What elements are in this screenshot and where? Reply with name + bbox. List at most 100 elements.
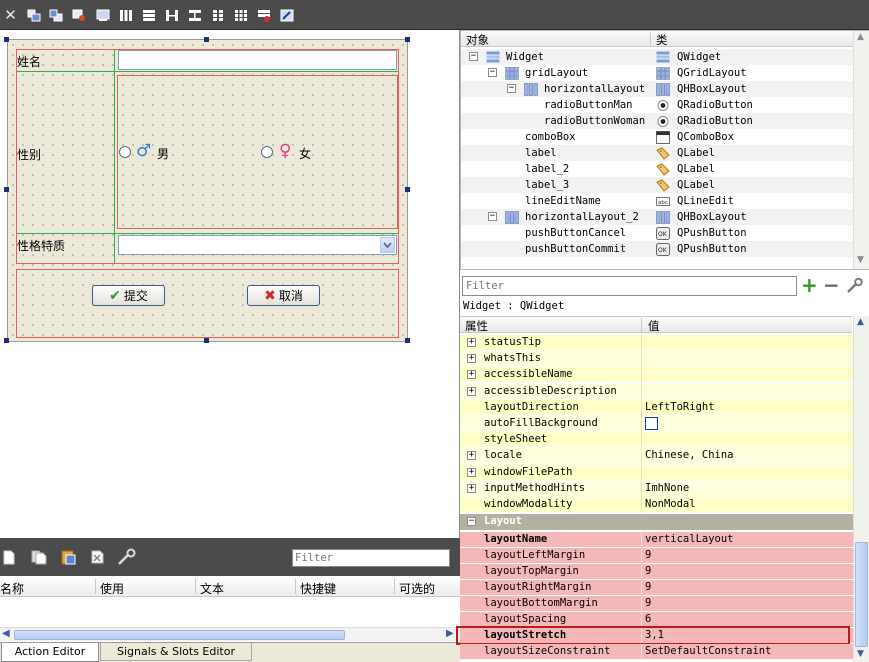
object-tree-row[interactable]: lineEditName abc QLineEdit bbox=[461, 193, 854, 209]
resize-handle[interactable] bbox=[4, 187, 9, 192]
property-row[interactable]: styleSheet bbox=[460, 432, 853, 449]
edit-widgets-icon[interactable] bbox=[71, 8, 86, 22]
property-value[interactable]: 3,1 bbox=[645, 628, 664, 643]
property-value[interactable]: 9 bbox=[645, 548, 651, 563]
edit-signals-icon[interactable] bbox=[95, 8, 110, 22]
auto-fill-checkbox[interactable] bbox=[645, 417, 658, 430]
configure-wrench-icon[interactable] bbox=[846, 277, 864, 297]
bring-to-front-icon[interactable] bbox=[48, 8, 63, 22]
collapse-toggle-icon[interactable]: − bbox=[488, 68, 497, 77]
action-filter-input[interactable] bbox=[292, 549, 450, 567]
column-header-class[interactable]: 类 bbox=[656, 32, 668, 48]
property-row-highlighted[interactable]: layoutStretch 3,1 bbox=[456, 626, 853, 646]
property-value[interactable]: 6 bbox=[645, 612, 651, 627]
scroll-down-icon[interactable]: ▼ bbox=[857, 649, 864, 659]
paste-action-icon[interactable] bbox=[60, 549, 76, 568]
property-row[interactable]: layoutSizeConstraint SetDefaultConstraint bbox=[460, 644, 853, 661]
tab-signals-slots-editor[interactable]: Signals & Slots Editor bbox=[100, 643, 252, 661]
property-row[interactable]: layoutDirection LeftToRight bbox=[460, 399, 853, 416]
chevron-down-icon[interactable] bbox=[380, 237, 395, 253]
object-tree-row[interactable]: − Widget QWidget bbox=[461, 49, 854, 65]
add-property-icon[interactable]: + bbox=[801, 274, 818, 296]
property-row[interactable]: layoutTopMargin 9 bbox=[460, 563, 853, 580]
scroll-up-icon[interactable]: ▲ bbox=[857, 317, 864, 327]
send-to-back-icon[interactable] bbox=[26, 8, 41, 22]
object-tree-row[interactable]: pushButtonCommit OK QPushButton bbox=[461, 241, 854, 257]
column-header-checkable[interactable]: 可选的 bbox=[399, 580, 435, 597]
remove-property-icon[interactable]: − bbox=[823, 274, 840, 296]
collapse-toggle-icon[interactable]: − bbox=[467, 517, 476, 527]
layout-vertical-splitter-icon[interactable] bbox=[187, 8, 202, 22]
property-row[interactable]: autoFillBackground bbox=[460, 416, 853, 432]
column-header-name[interactable]: 名称 bbox=[0, 580, 24, 597]
property-row[interactable]: layoutBottomMargin 9 bbox=[460, 595, 853, 612]
expand-toggle-icon[interactable]: + bbox=[467, 483, 476, 493]
property-row[interactable]: + statusTip bbox=[460, 335, 853, 351]
resize-handle[interactable] bbox=[204, 37, 209, 42]
object-tree-row[interactable]: radioButtonWoman QRadioButton bbox=[461, 113, 854, 129]
name-line-edit[interactable] bbox=[118, 50, 397, 70]
property-row[interactable]: layoutName verticalLayout bbox=[460, 531, 853, 548]
layout-horizontal-splitter-icon[interactable] bbox=[164, 8, 179, 22]
layout-vertical-icon[interactable] bbox=[141, 8, 156, 22]
expand-toggle-icon[interactable]: + bbox=[467, 467, 476, 477]
expand-toggle-icon[interactable]: + bbox=[467, 354, 476, 364]
scroll-down-icon[interactable]: ▼ bbox=[857, 255, 864, 265]
column-header-object[interactable]: 对象 bbox=[466, 32, 489, 48]
scroll-up-icon[interactable]: ▲ bbox=[857, 32, 864, 42]
adjust-size-icon[interactable] bbox=[279, 8, 294, 22]
resize-handle[interactable] bbox=[405, 37, 410, 42]
property-scrollbar[interactable]: ▲ ▼ bbox=[853, 316, 869, 662]
expand-toggle-icon[interactable]: + bbox=[467, 370, 476, 380]
close-icon[interactable]: ✕ bbox=[3, 6, 18, 24]
object-tree-row[interactable]: label_3 QLabel bbox=[461, 177, 854, 193]
object-tree-scrollbar[interactable]: ▲ ▼ bbox=[853, 31, 869, 269]
collapse-toggle-icon[interactable]: − bbox=[469, 52, 478, 61]
property-row[interactable]: layoutLeftMargin 9 bbox=[460, 547, 853, 564]
object-tree-row[interactable]: comboBox QComboBox bbox=[461, 129, 854, 145]
expand-toggle-icon[interactable]: + bbox=[467, 451, 476, 461]
property-row[interactable]: + locale Chinese, China bbox=[460, 448, 853, 465]
property-value[interactable]: 9 bbox=[645, 596, 651, 611]
layout-grid-icon[interactable] bbox=[233, 8, 248, 22]
property-row[interactable]: layoutRightMargin 9 bbox=[460, 579, 853, 596]
resize-handle[interactable] bbox=[4, 338, 9, 343]
scroll-right-icon[interactable]: ▶ bbox=[446, 628, 454, 639]
property-section-layout[interactable]: − Layout bbox=[460, 514, 853, 532]
expand-toggle-icon[interactable]: + bbox=[467, 386, 476, 396]
break-layout-icon[interactable] bbox=[256, 8, 271, 22]
resize-handle[interactable] bbox=[405, 338, 410, 343]
property-value[interactable]: ImhNone bbox=[645, 481, 689, 496]
property-value[interactable]: SetDefaultConstraint bbox=[645, 644, 771, 659]
property-value[interactable]: LeftToRight bbox=[645, 400, 715, 415]
property-row[interactable]: + accessibleName bbox=[460, 367, 853, 384]
column-header-property[interactable]: 属性 bbox=[465, 318, 488, 334]
object-tree-row[interactable]: − horizontalLayout QHBoxLayout bbox=[461, 81, 854, 97]
configure-wrench-icon[interactable] bbox=[117, 548, 137, 569]
radio-button-man[interactable] bbox=[119, 146, 131, 158]
object-tree-row[interactable]: pushButtonCancel OK QPushButton bbox=[461, 225, 854, 241]
property-row[interactable]: + accessibleDescription bbox=[460, 383, 853, 400]
layout-form-icon[interactable] bbox=[210, 8, 225, 22]
collapse-toggle-icon[interactable]: − bbox=[488, 212, 497, 221]
scroll-left-icon[interactable]: ◀ bbox=[2, 628, 10, 639]
layout-horizontal-icon[interactable] bbox=[118, 8, 133, 22]
property-row[interactable]: + inputMethodHints ImhNone bbox=[460, 480, 853, 497]
column-header-shortcut[interactable]: 快捷键 bbox=[300, 580, 336, 597]
new-action-icon[interactable] bbox=[3, 550, 15, 568]
cancel-button[interactable]: ✖ 取消 bbox=[247, 285, 320, 306]
horizontal-scrollbar[interactable]: ◀ ▶ bbox=[0, 627, 460, 641]
form-widget[interactable]: 姓名 性别 ♂ 男 ♀ 女 性格特质 ✔ 提交 ✖ 取消 bbox=[7, 39, 408, 342]
commit-button[interactable]: ✔ 提交 bbox=[92, 285, 165, 306]
tab-action-editor[interactable]: Action Editor bbox=[1, 643, 99, 662]
scrollbar-thumb[interactable] bbox=[14, 630, 345, 640]
resize-handle[interactable] bbox=[204, 338, 209, 343]
object-tree-row[interactable]: label QLabel bbox=[461, 145, 854, 161]
property-value[interactable]: verticalLayout bbox=[645, 532, 734, 547]
column-header-used[interactable]: 使用 bbox=[100, 580, 124, 597]
property-row[interactable]: layoutSpacing 6 bbox=[460, 612, 853, 628]
property-value[interactable]: Chinese, China bbox=[645, 448, 734, 463]
column-header-text[interactable]: 文本 bbox=[200, 580, 224, 597]
property-value[interactable]: 9 bbox=[645, 580, 651, 595]
column-header-value[interactable]: 值 bbox=[648, 318, 660, 334]
